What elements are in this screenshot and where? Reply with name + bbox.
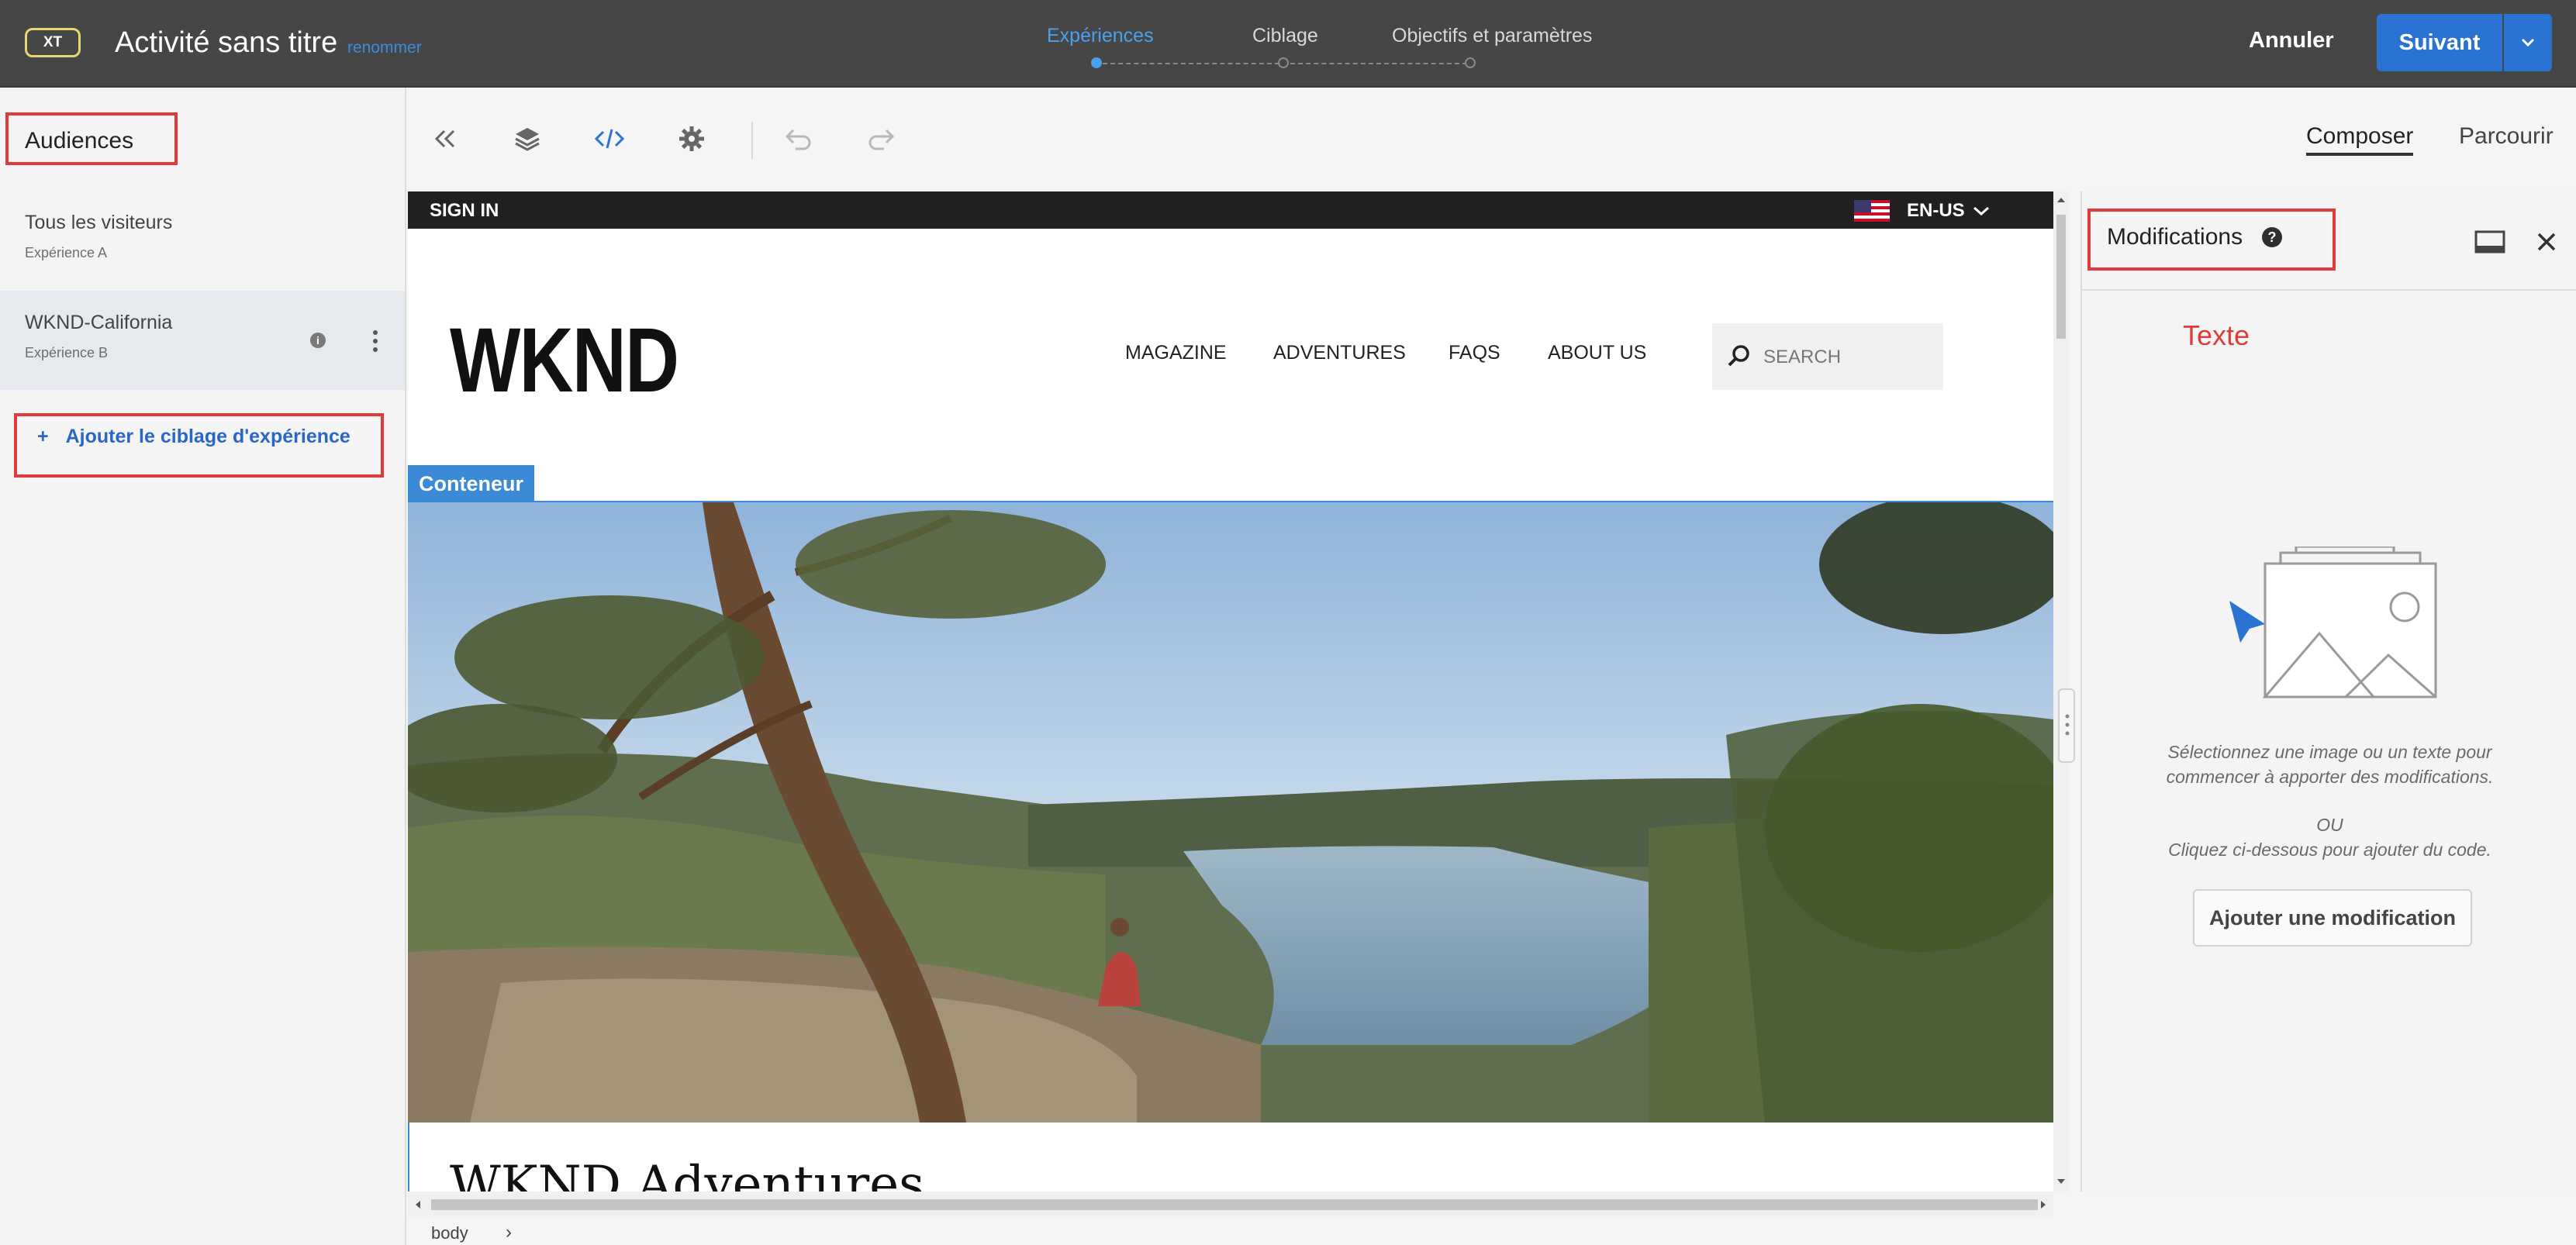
site-search-box[interactable]: SEARCH <box>1712 323 1943 390</box>
sign-in-link[interactable]: SIGN IN <box>430 200 499 222</box>
add-experience-targeting-button[interactable]: + Ajouter le ciblage d'expérience <box>37 426 350 448</box>
nav-link-faqs[interactable]: FAQS <box>1449 342 1500 364</box>
language-selector[interactable]: EN-US <box>1854 200 1990 222</box>
cancel-button[interactable]: Annuler <box>2249 28 2334 53</box>
chevron-down-icon <box>2521 38 2535 47</box>
audience-name: WKND-California <box>25 312 173 333</box>
audience-item[interactable] <box>0 188 405 288</box>
step-ciblage[interactable]: Ciblage <box>1252 25 1318 47</box>
audience-name: Tous les visiteurs <box>25 212 173 233</box>
next-button[interactable]: Suivant <box>2377 14 2502 71</box>
image-placeholder-icon <box>2229 545 2437 698</box>
container-tag[interactable]: Conteneur <box>408 465 534 502</box>
step-experiences[interactable]: Expériences <box>1047 25 1154 47</box>
step-dot-ciblage <box>1278 57 1289 68</box>
nav-link-adventures[interactable]: ADVENTURES <box>1273 342 1406 364</box>
scroll-down-icon <box>2057 1179 2065 1184</box>
step-connector <box>1103 63 1279 64</box>
scroll-right-icon <box>2041 1201 2046 1209</box>
editor-toolbar: Composer Parcourir <box>408 88 2576 191</box>
scrollbar-thumb[interactable] <box>431 1199 2038 1210</box>
audience-experience: Expérience A <box>25 245 108 260</box>
scroll-up-icon <box>2057 198 2065 202</box>
undo-icon[interactable] <box>782 122 816 156</box>
workflow-steps: Expériences Ciblage Objectifs et paramèt… <box>1047 0 1605 88</box>
step-connector <box>1290 63 1467 64</box>
empty-state-line3: Cliquez ci-dessous pour ajouter du code. <box>2168 840 2491 860</box>
site-logo[interactable]: WKND <box>450 308 679 413</box>
language-label: EN-US <box>1907 200 1965 221</box>
scrollbar-thumb[interactable] <box>2056 215 2066 339</box>
empty-state-line1: Sélectionnez une image ou un texte pour <box>2167 742 2492 762</box>
step-objectifs[interactable]: Objectifs et paramètres <box>1392 25 1592 47</box>
add-targeting-label: Ajouter le ciblage d'expérience <box>65 426 350 447</box>
panel-divider <box>2082 289 2576 291</box>
audience-experience: Expérience B <box>25 345 109 360</box>
nav-link-magazine[interactable]: MAGAZINE <box>1125 342 1227 364</box>
activity-type-badge: XT <box>25 28 81 57</box>
code-icon[interactable] <box>592 122 627 156</box>
add-icon: + <box>37 426 49 447</box>
add-modification-button[interactable]: Ajouter une modification <box>2193 889 2472 947</box>
help-icon[interactable]: ? <box>2262 227 2282 247</box>
collapse-left-icon[interactable] <box>428 122 462 156</box>
chevron-down-icon <box>1973 206 1989 216</box>
step-dot-objectifs <box>1465 57 1476 68</box>
close-icon[interactable] <box>2536 232 2557 252</box>
tab-parcourir[interactable]: Parcourir <box>2459 123 2554 150</box>
landscape-photo <box>408 502 2053 1123</box>
empty-state-illustration <box>2229 545 2454 705</box>
info-icon[interactable]: i <box>310 333 326 348</box>
activity-title: Activité sans titre <box>115 26 338 59</box>
page-preview-canvas[interactable]: SIGN IN EN-US WKND MAGAZINE ADVENTURES F… <box>408 191 2053 1192</box>
top-bar: XT Activité sans titre renommer Expérien… <box>0 0 2576 88</box>
layers-icon[interactable] <box>510 122 544 156</box>
audiences-panel: Audiences Tous les visiteurs Expérience … <box>0 88 406 1245</box>
next-options-button[interactable] <box>2504 14 2552 71</box>
settings-icon[interactable] <box>675 122 709 156</box>
search-placeholder: SEARCH <box>1763 347 1842 367</box>
horizontal-scrollbar[interactable] <box>408 1192 2053 1218</box>
site-top-bar: SIGN IN EN-US <box>408 191 2053 229</box>
audiences-title: Audiences <box>25 128 134 153</box>
scroll-left-icon <box>416 1201 420 1209</box>
panel-resize-handle[interactable] <box>2058 688 2075 763</box>
nav-link-about-us[interactable]: ABOUT US <box>1548 342 1646 364</box>
breadcrumb-chevron-icon: › <box>506 1222 512 1243</box>
annotation-label: Texte <box>2183 319 2250 351</box>
panel-view-icon[interactable] <box>2474 230 2505 253</box>
page-heading[interactable]: WKND Adventures <box>450 1156 924 1192</box>
step-dot-experiences <box>1091 57 1102 68</box>
redo-icon[interactable] <box>864 122 898 156</box>
modifications-title: Modifications <box>2107 224 2243 250</box>
rename-link[interactable]: renommer <box>347 39 422 57</box>
empty-state-line2: commencer à apporter des modifications. <box>2166 767 2494 787</box>
empty-state-or: OU <box>2316 815 2343 835</box>
dom-breadcrumb-body[interactable]: body <box>431 1223 468 1243</box>
hero-image[interactable] <box>408 502 2053 1123</box>
toolbar-divider <box>751 122 753 159</box>
search-icon <box>1728 345 1749 367</box>
more-options-icon[interactable] <box>373 330 379 356</box>
grip-icon <box>2065 714 2070 736</box>
us-flag-icon <box>1854 200 1890 222</box>
tab-composer[interactable]: Composer <box>2306 123 2414 156</box>
modifications-panel: Modifications ? Texte Sélectionnez une i… <box>2080 191 2576 1192</box>
audience-item-selected[interactable] <box>0 291 405 390</box>
